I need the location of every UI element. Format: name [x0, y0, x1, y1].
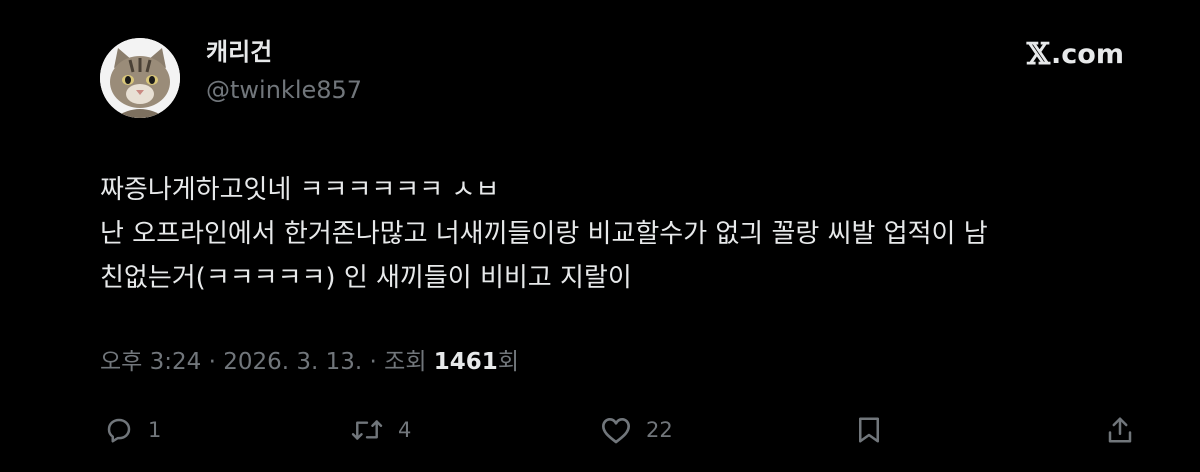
tweet-text-line: 짜증나게하고잇네 ㅋㅋㅋㅋㅋㅋ ㅅㅂ — [100, 175, 500, 205]
tweet-card: 캐리건 @twinkle857 𝕏 .com 짜증나게하고잇네 ㅋㅋㅋㅋㅋㅋ ㅅ… — [0, 0, 1200, 472]
retweet-icon — [351, 420, 383, 440]
views-suffix: 회 — [497, 349, 519, 375]
reply-button[interactable]: 1 — [104, 410, 161, 450]
like-count: 22 — [646, 418, 673, 442]
tweet-text: 짜증나게하고잇네 ㅋㅋㅋㅋㅋㅋ ㅅㅂ 난 오프라인에서 한거존나많고 너새끼들이… — [100, 168, 1120, 300]
retweet-button[interactable]: 4 — [350, 410, 411, 450]
views-count: 1461 — [433, 349, 498, 375]
bookmark-button[interactable] — [856, 410, 882, 450]
avatar[interactable] — [100, 38, 180, 118]
author-handle[interactable]: @twinkle857 — [206, 74, 362, 106]
meta-separator: · — [362, 349, 385, 375]
bookmark-icon — [859, 417, 879, 443]
tweet-date[interactable]: 2026. 3. 13. — [223, 349, 362, 375]
reply-icon — [107, 418, 131, 443]
tweet-text-line: 친없는거(ㅋㅋㅋㅋㅋ) 인 새끼들이 비비고 지랄이 — [100, 263, 632, 293]
share-button[interactable] — [1106, 410, 1134, 450]
x-logo: 𝕏 .com — [1027, 38, 1124, 72]
views-label: 조회 — [384, 349, 434, 375]
retweet-count: 4 — [398, 418, 412, 442]
heart-icon — [602, 418, 630, 444]
tweet-text-line: 난 오프라인에서 한거존나많고 너새끼들이랑 비교할수가 없긔 꼴랑 씨발 업적… — [100, 219, 988, 249]
like-button[interactable]: 22 — [600, 410, 673, 450]
author-display-name[interactable]: 캐리건 — [206, 36, 272, 68]
x-icon: 𝕏 — [1026, 37, 1050, 72]
tweet-time[interactable]: 오후 3:24 — [100, 349, 201, 375]
share-icon — [1108, 417, 1132, 443]
cat-photo-icon — [100, 38, 180, 118]
reply-count: 1 — [148, 418, 162, 442]
action-bar: 1 4 22 — [100, 410, 1140, 450]
tweet-metadata: 오후 3:24 · 2026. 3. 13. · 조회 1461회 — [100, 346, 519, 378]
brand-text: .com — [1051, 39, 1124, 70]
meta-separator: · — [201, 349, 224, 375]
